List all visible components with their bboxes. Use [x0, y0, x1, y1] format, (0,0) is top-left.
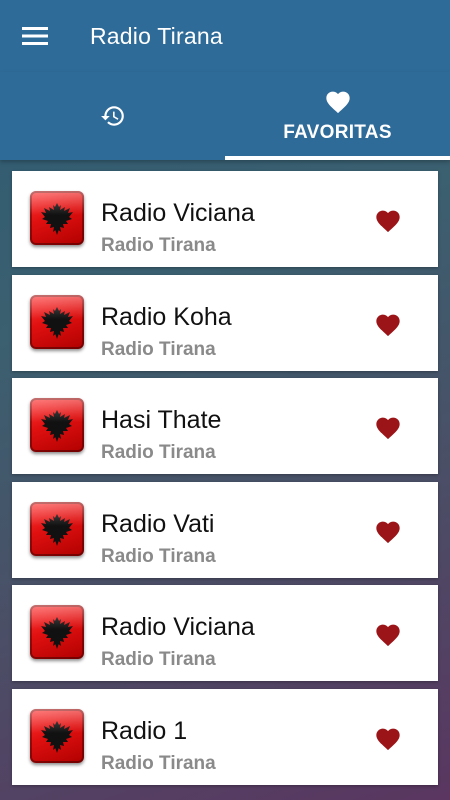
station-name: Radio Viciana: [101, 199, 255, 227]
favorite-heart-icon[interactable]: [374, 725, 402, 751]
station-card[interactable]: Radio Viciana Radio Tirana: [12, 585, 438, 681]
station-card[interactable]: Radio Koha Radio Tirana: [12, 274, 438, 371]
favorites-list: Radio Viciana Radio Tirana Radio Koha Ra…: [12, 171, 438, 792]
station-subtitle: Radio Tirana: [101, 235, 216, 256]
station-subtitle: Radio Tirana: [101, 545, 216, 567]
station-name: Radio Koha: [101, 302, 232, 331]
station-subtitle: Radio Tirana: [101, 442, 216, 463]
favorite-heart-icon[interactable]: [374, 518, 402, 544]
heart-icon: [325, 91, 350, 114]
station-name: Hasi Thate: [101, 406, 222, 434]
station-name: Radio Vati: [101, 509, 215, 538]
station-subtitle: Radio Tirana: [101, 752, 216, 774]
app-bar: Radio Tirana: [0, 0, 450, 72]
station-card[interactable]: Radio 1 Radio Tirana: [12, 688, 438, 785]
tab-selected-indicator: [225, 156, 450, 160]
station-name: Radio 1: [101, 716, 188, 745]
station-subtitle: Radio Tirana: [101, 649, 216, 670]
station-card[interactable]: Radio Vati Radio Tirana: [12, 481, 438, 578]
albania-flag-icon: [30, 501, 84, 556]
hamburger-menu-icon: [22, 27, 48, 45]
app-title: Radio Tirana: [90, 22, 223, 49]
favorite-heart-icon[interactable]: [374, 414, 402, 440]
tab-history[interactable]: [0, 72, 225, 160]
favorite-heart-icon[interactable]: [374, 311, 402, 337]
station-card[interactable]: Radio Viciana Radio Tirana: [12, 171, 438, 267]
tab-favoritas-label: FAVORITAS: [283, 122, 392, 143]
albania-flag-icon: [30, 605, 84, 659]
menu-button[interactable]: [0, 0, 70, 72]
station-name: Radio Viciana: [101, 613, 255, 641]
tab-bar: FAVORITAS: [0, 72, 450, 160]
history-icon: [100, 106, 124, 126]
albania-flag-icon: [30, 191, 84, 245]
albania-flag-icon: [30, 708, 84, 763]
favorite-heart-icon[interactable]: [374, 621, 402, 647]
albania-flag-icon: [30, 294, 84, 349]
station-subtitle: Radio Tirana: [101, 338, 216, 360]
tab-favoritas[interactable]: FAVORITAS: [225, 72, 450, 160]
albania-flag-icon: [30, 398, 84, 452]
favorite-heart-icon[interactable]: [374, 207, 402, 233]
station-card[interactable]: Hasi Thate Radio Tirana: [12, 378, 438, 474]
